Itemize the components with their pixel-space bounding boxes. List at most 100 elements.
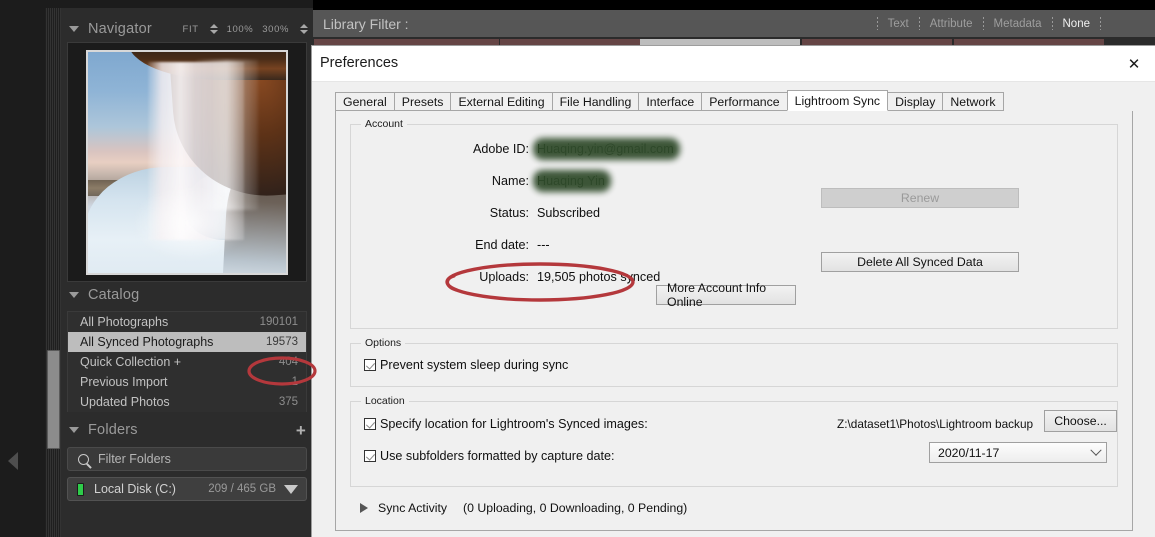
top-black-bar [313, 0, 1155, 10]
filter-separator [1051, 17, 1053, 30]
chevron-down-icon [69, 292, 79, 298]
options-group: Options Prevent system sleep during sync [350, 337, 1118, 387]
tab-label: External Editing [458, 94, 545, 109]
date-format-select[interactable]: 2020/11-17 [929, 442, 1107, 463]
uploads-value: 19,505 photos synced [537, 270, 661, 284]
navigator-title: Navigator [88, 21, 152, 37]
sync-activity-row[interactable]: Sync Activity (0 Uploading, 0 Downloadin… [350, 501, 1118, 515]
delete-all-synced-data-button[interactable]: Delete All Synced Data [821, 252, 1019, 272]
options-legend: Options [361, 337, 406, 349]
catalog-item-count: 19573 [266, 336, 298, 348]
tab-display[interactable]: Display [888, 92, 943, 111]
catalog-item-all-photographs[interactable]: All Photographs 190101 [68, 312, 306, 332]
status-label: Status: [489, 206, 529, 220]
volume-label: Local Disk (C:) [94, 482, 176, 496]
left-panel-scrollbar-thumb[interactable] [47, 350, 60, 449]
renew-button[interactable]: Renew [821, 188, 1019, 208]
catalog-item-all-synced-photographs[interactable]: All Synced Photographs 19573 [68, 332, 306, 352]
end-date-label: End date: [475, 238, 529, 252]
catalog-header[interactable]: Catalog [66, 282, 313, 308]
preferences-panel-body: Account Adobe ID: Huaqing.yin@gmail.com … [335, 111, 1133, 531]
close-icon[interactable]: ✕ [1120, 51, 1148, 77]
drive-status-icon [77, 482, 84, 496]
filter-separator [982, 17, 984, 30]
tab-label: Performance [709, 94, 780, 109]
volume-size: 209 / 465 GB [208, 483, 276, 495]
tab-file-handling[interactable]: File Handling [551, 92, 639, 111]
catalog-item-count: 1 [291, 376, 298, 388]
use-subfolders-label: Use subfolders formatted by capture date… [380, 449, 615, 463]
prevent-sleep-checkbox[interactable] [364, 359, 376, 371]
navigator-header[interactable]: Navigator FIT 100% 300% [66, 16, 313, 42]
account-group: Account Adobe ID: Huaqing.yin@gmail.com … [350, 118, 1118, 329]
library-filter-title: Library Filter : [323, 15, 409, 32]
catalog-item-count: 375 [278, 396, 298, 408]
zoom-fit-label[interactable]: FIT [183, 24, 199, 35]
specify-location-checkbox[interactable] [364, 418, 376, 430]
collapse-left-panel-icon[interactable] [8, 452, 18, 470]
tab-general[interactable]: General [335, 92, 394, 111]
prevent-sleep-label: Prevent system sleep during sync [380, 358, 569, 372]
navigator-zoom-controls: FIT 100% 300% [183, 24, 313, 35]
tab-label: Display [895, 94, 936, 109]
zoom-300-stepper-icon[interactable] [300, 24, 308, 34]
filter-mode-none[interactable]: None [1063, 18, 1091, 30]
adobe-id-row: Adobe ID: Huaqing.yin@gmail.com [351, 133, 1117, 165]
date-format-value: 2020/11-17 [938, 445, 1000, 460]
filter-separator [1100, 17, 1101, 30]
zoom-fit-stepper-icon[interactable] [209, 24, 218, 34]
zoom-100-label[interactable]: 100% [227, 24, 254, 35]
choose-location-button[interactable]: Choose... [1044, 410, 1117, 432]
tab-presets[interactable]: Presets [393, 92, 451, 111]
sync-location-path: Z:\dataset1\Photos\Lightroom backup [837, 417, 1034, 431]
zoom-300-label[interactable]: 300% [262, 24, 289, 35]
tab-label: General [343, 94, 387, 109]
chevron-down-icon [69, 427, 79, 433]
chevron-down-icon[interactable] [284, 484, 298, 494]
tab-label: Interface [646, 94, 695, 109]
catalog-item-updated-photos[interactable]: Updated Photos 375 [68, 392, 306, 412]
tab-interface[interactable]: Interface [638, 92, 702, 111]
tab-external-editing[interactable]: External Editing [450, 92, 552, 111]
more-account-info-online-button[interactable]: More Account Info Online [656, 281, 796, 309]
name-value: Huaqing Yin [537, 174, 605, 188]
navigator-preview[interactable] [67, 42, 307, 282]
tab-label: File Handling [559, 94, 632, 109]
catalog-item-previous-import[interactable]: Previous Import 1 [68, 372, 306, 392]
use-subfolders-checkbox[interactable] [364, 450, 376, 462]
navigator-thumbnail-image [86, 49, 288, 275]
chevron-down-icon [1090, 444, 1102, 456]
tab-performance[interactable]: Performance [701, 92, 787, 111]
prevent-sleep-row[interactable]: Prevent system sleep during sync [351, 344, 1117, 386]
filter-folders-input[interactable]: Filter Folders [67, 447, 307, 471]
catalog-title: Catalog [88, 287, 140, 303]
preferences-tabs: General Presets External Editing File Ha… [335, 90, 1155, 111]
specify-location-label: Specify location for Lightroom's Synced … [380, 417, 648, 431]
folder-volume-local-disk-c[interactable]: Local Disk (C:) 209 / 465 GB [67, 477, 307, 501]
catalog-item-quick-collection[interactable]: Quick Collection + 404 [68, 352, 306, 372]
location-group: Location Specify location for Lightroom'… [350, 395, 1118, 487]
tab-lightroom-sync[interactable]: Lightroom Sync [786, 90, 889, 111]
filter-folders-placeholder: Filter Folders [98, 452, 171, 466]
library-filter-modes: Text Attribute Metadata None [867, 17, 1155, 30]
adobe-id-value: Huaqing.yin@gmail.com [537, 142, 674, 156]
status-value: Subscribed [537, 206, 601, 220]
left-panel: Navigator FIT 100% 300% Catalog All Phot… [45, 8, 313, 537]
end-date-value: --- [537, 238, 550, 252]
catalog-item-label: Previous Import [80, 375, 168, 389]
tab-network[interactable]: Network [942, 92, 1004, 111]
catalog-item-label: All Synced Photographs [80, 335, 214, 349]
filter-mode-text[interactable]: Text [888, 18, 909, 30]
name-label: Name: [491, 174, 529, 188]
left-panel-content: Navigator FIT 100% 300% Catalog All Phot… [66, 16, 313, 501]
preferences-title: Preferences [320, 55, 399, 71]
filter-mode-attribute[interactable]: Attribute [930, 18, 973, 30]
left-panel-scrollbar-track[interactable] [45, 8, 61, 537]
chevron-right-icon[interactable] [360, 503, 368, 513]
tab-label: Network [950, 94, 996, 109]
search-icon [78, 453, 89, 465]
folders-header[interactable]: Folders + [66, 417, 313, 443]
filter-mode-metadata[interactable]: Metadata [994, 18, 1042, 30]
filter-separator [918, 17, 920, 30]
chevron-down-icon [69, 26, 79, 32]
